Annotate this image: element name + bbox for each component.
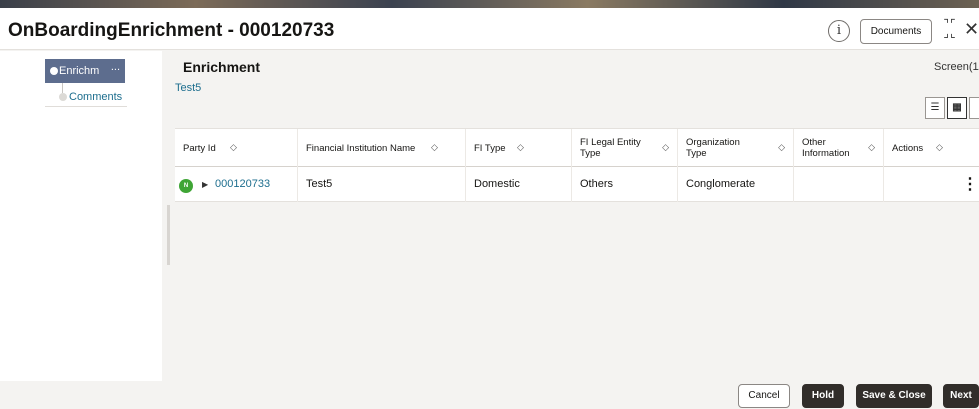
view-toggle: ☰ ▦ [925, 97, 979, 121]
top-banner-strip [0, 0, 979, 8]
hold-button[interactable]: Hold [802, 384, 844, 408]
step-indicator-icon [59, 93, 67, 101]
column-header-fi-type[interactable]: FI Type ◇ [465, 129, 571, 167]
screen-indicator: Screen(1/ [934, 61, 979, 73]
new-status-badge: N [179, 179, 193, 193]
cell-legal-entity-type: Others [571, 167, 677, 202]
column-header-party-id[interactable]: Party Id ◇ [175, 129, 297, 167]
cell-party-id: N ▶ 000120733 [175, 167, 297, 202]
more-icon: ... [110, 61, 120, 73]
documents-button[interactable]: Documents [860, 19, 932, 44]
view-more-icon[interactable] [969, 97, 979, 119]
row-actions-icon[interactable]: ⋮ [962, 167, 978, 202]
close-icon[interactable]: ✕ [964, 19, 979, 40]
page-header: OnBoardingEnrichment - 000120733 i Docum… [0, 8, 979, 50]
cell-organization-type: Conglomerate [677, 167, 793, 202]
next-button[interactable]: Next [943, 384, 979, 408]
sidebar-item-enrichment[interactable]: Enrichm ... [45, 59, 125, 83]
save-close-button[interactable]: Save & Close [856, 384, 932, 408]
sort-icon[interactable]: ◇ [230, 142, 237, 153]
minimize-icon[interactable]: ⌝⌜ ⌟⌞ [941, 18, 959, 40]
column-header-other-information[interactable]: Other Information ◇ [793, 129, 883, 167]
sort-icon[interactable]: ◇ [778, 142, 785, 153]
cell-fi-type: Domestic [465, 167, 571, 202]
step-sidebar: Enrichm ... Comments [0, 51, 162, 381]
column-header-actions[interactable]: Actions ◇ [883, 129, 979, 167]
step-indicator-icon [50, 67, 58, 75]
page-title: OnBoardingEnrichment - 000120733 [8, 20, 335, 41]
cell-other-information [793, 167, 883, 202]
sort-icon[interactable]: ◇ [431, 142, 438, 153]
cancel-button[interactable]: Cancel [738, 384, 790, 408]
column-header-fi-name[interactable]: Financial Institution Name ◇ [297, 129, 465, 167]
footer-bar: Cancel Hold Save & Close Next [0, 381, 979, 409]
sort-icon[interactable]: ◇ [936, 142, 943, 153]
table-header: Party Id ◇ Financial Institution Name ◇ … [175, 129, 979, 167]
sort-icon[interactable]: ◇ [868, 142, 875, 153]
party-table: Party Id ◇ Financial Institution Name ◇ … [175, 128, 979, 202]
sidebar-item-label: Enrichm [59, 65, 100, 77]
expand-row-icon[interactable]: ▶ [202, 167, 208, 202]
section-title: Enrichment [183, 59, 261, 75]
party-id-link[interactable]: 000120733 [215, 167, 270, 202]
table-row: N ▶ 000120733 Test5 Domestic Others Cong… [175, 167, 979, 202]
info-icon[interactable]: i [828, 20, 850, 42]
column-header-legal-entity-type[interactable]: FI Legal Entity Type ◇ [571, 129, 677, 167]
grid-view-icon[interactable]: ▦ [947, 97, 967, 119]
sidebar-item-label: Comments [69, 91, 123, 103]
sort-icon[interactable]: ◇ [662, 142, 669, 153]
entity-link[interactable]: Test5 [175, 82, 201, 94]
list-view-icon[interactable]: ☰ [925, 97, 945, 119]
sidebar-item-comments[interactable]: Comments [45, 87, 127, 107]
cell-fi-name: Test5 [297, 167, 465, 202]
cell-actions: ⋮ [883, 167, 979, 202]
column-header-organization-type[interactable]: Organization Type ◇ [677, 129, 793, 167]
sort-icon[interactable]: ◇ [517, 142, 524, 153]
scrollbar[interactable] [167, 205, 170, 265]
